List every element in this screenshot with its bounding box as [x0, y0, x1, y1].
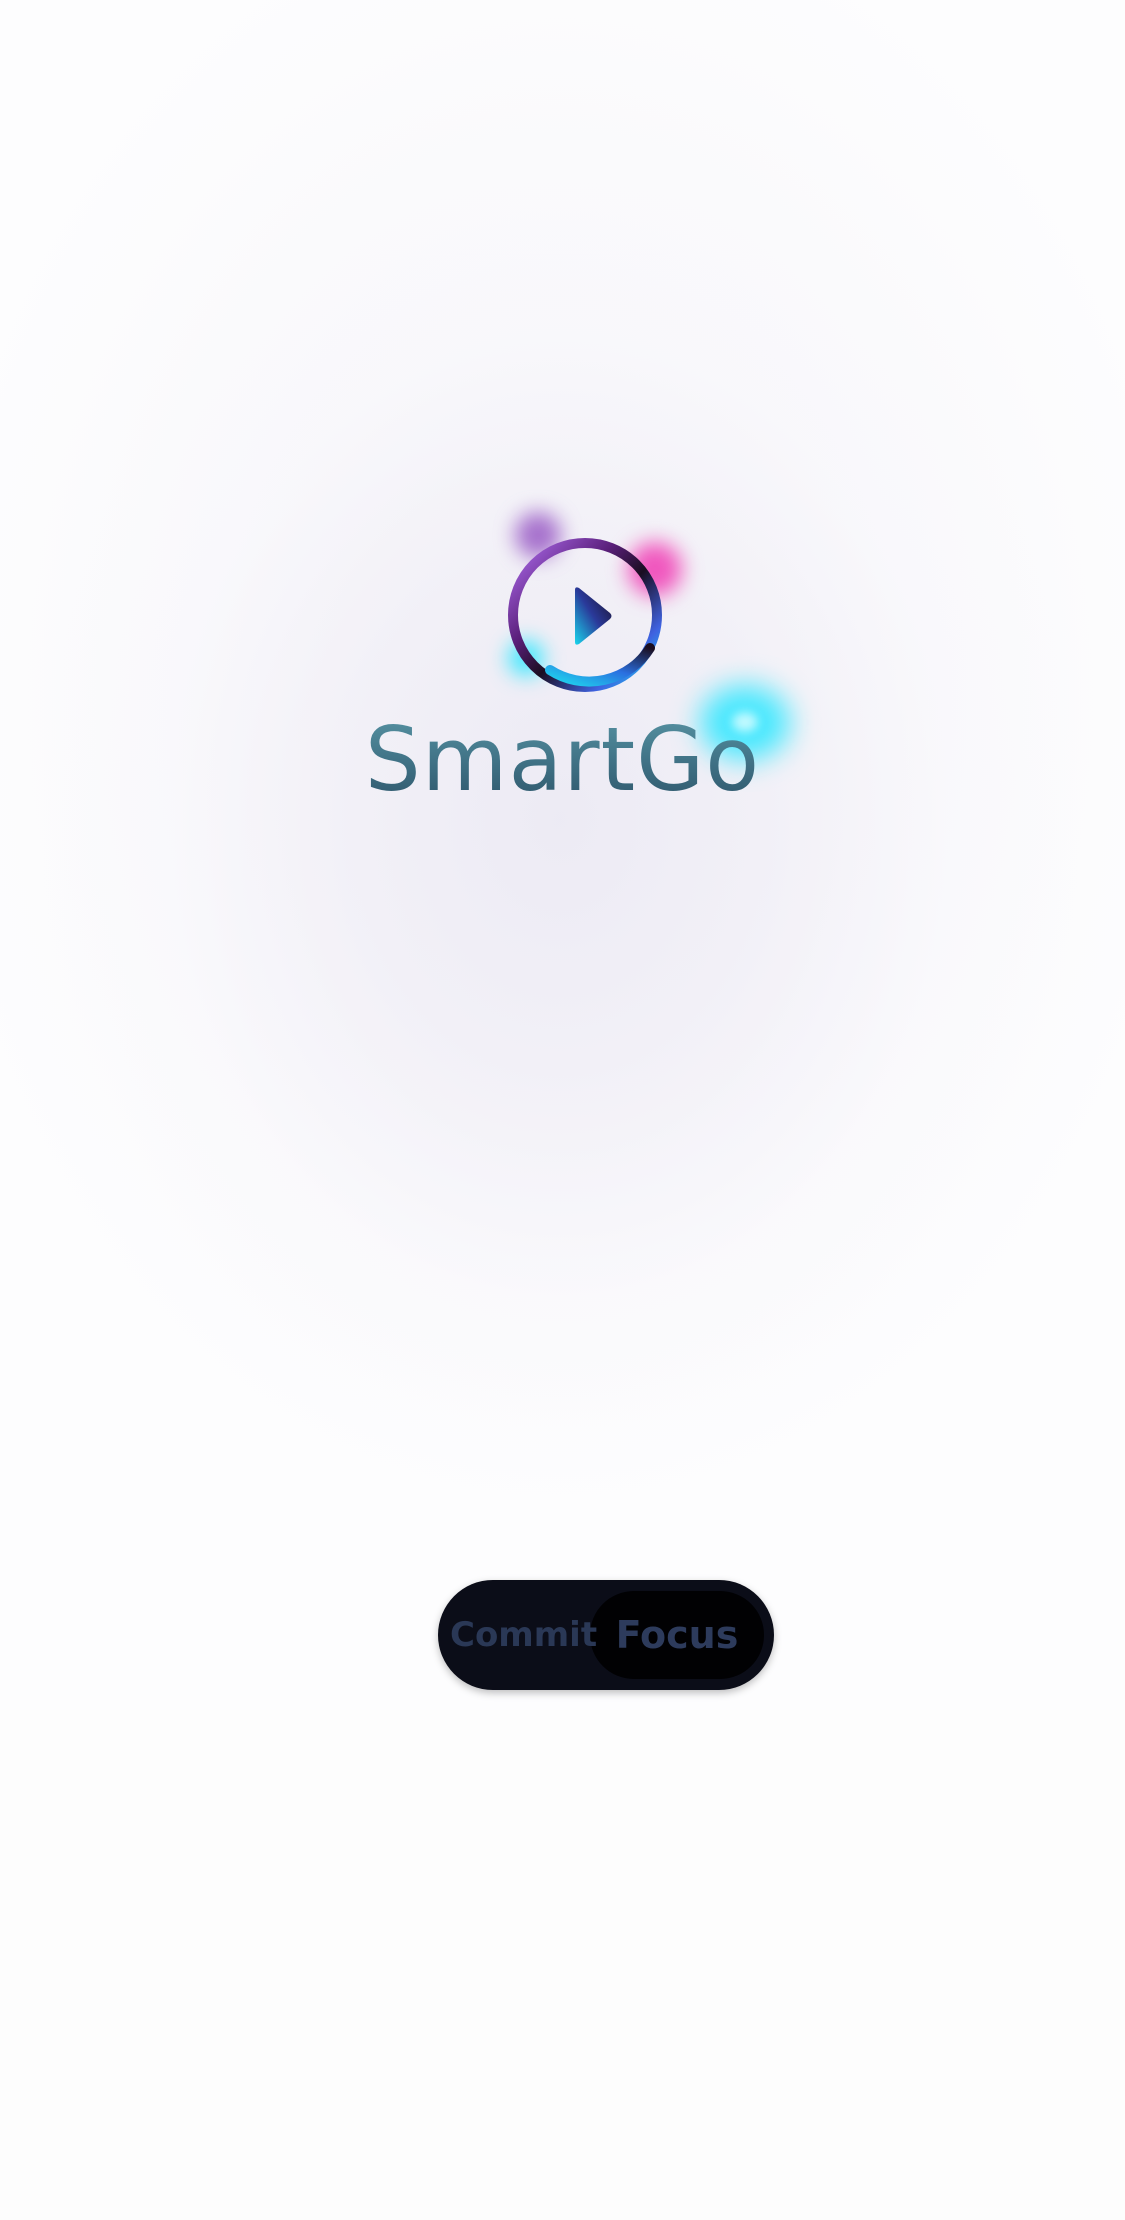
mode-toggle[interactable]: Commit Focus — [438, 1580, 774, 1690]
toggle-option-focus[interactable]: Focus — [590, 1580, 764, 1690]
app-title: SmartGo — [0, 700, 1125, 820]
play-circle-icon — [490, 520, 680, 710]
toggle-option-commit[interactable]: Commit — [450, 1580, 597, 1690]
background-lower — [0, 1710, 1125, 2220]
background-glow — [0, 0, 1125, 1710]
